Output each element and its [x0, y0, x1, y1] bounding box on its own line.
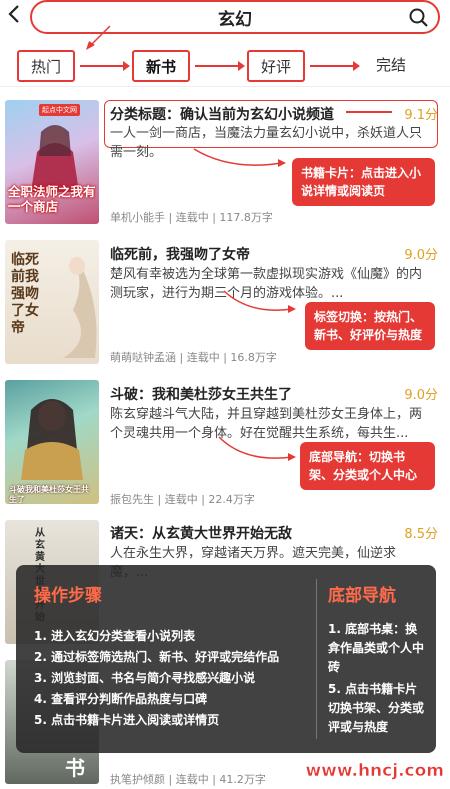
book-meta: 萌萌哒钟孟涵 | 连载中 | 16.8万字	[110, 351, 277, 364]
book-meta: 单机小能手 | 连载中 | 117.8万字	[110, 211, 273, 224]
annotation-arrow	[193, 148, 286, 167]
nav-panel: 底部导航 1. 底部书桌：换弇作晶类或个人中砖 5. 点击书籍卡片切换书架、分类…	[328, 581, 428, 740]
book-title[interactable]: 斗破：我和美杜莎女王共生了	[110, 384, 292, 404]
cover-title: 斗破我和美杜莎女王共生了	[9, 484, 89, 504]
search-icon[interactable]	[408, 7, 430, 29]
nav-item: 1. 底部书桌：换弇作晶类或个人中砖	[328, 622, 425, 674]
cover-title: 全职法师之我有一个商店	[8, 184, 96, 214]
book-cover[interactable]: 临死前我强吻了女帝	[5, 240, 99, 364]
step-item: 1. 进入玄幻分类查看小说列表	[34, 629, 196, 643]
annotation-callout-card: 书籍卡片：点击进入小说详情或阅读页	[292, 158, 435, 206]
tab-new[interactable]: 新书	[132, 50, 190, 82]
annotation-arrow	[223, 290, 296, 313]
annotation-arrow	[310, 61, 360, 71]
cover-title: 临死前我强吻了女帝	[11, 252, 39, 336]
book-title[interactable]: 分类标题：确认当前为玄幻小说频道	[110, 104, 334, 124]
steps-title: 操作步骤	[34, 586, 102, 606]
book-title[interactable]: 诸天：从玄黄大世界开始无敌	[110, 523, 292, 543]
book-score: 8.5分	[404, 527, 438, 542]
book-meta: 振包先生 | 连载中 | 22.4万字	[110, 493, 255, 506]
tab-top-rated[interactable]: 好评	[247, 50, 305, 82]
step-item: 3. 浏览封面、书名与简介寻找感兴趣小说	[34, 671, 256, 685]
annotation-callout-tab: 标签切换：按热门、新书、好评价与热度	[305, 302, 435, 350]
book-score: 9.1分	[404, 108, 438, 123]
cover-figure	[21, 399, 83, 480]
nav-title: 底部导航	[328, 586, 396, 606]
book-meta: 执笔护倾颜 | 连载中 | 41.2万字	[110, 773, 266, 786]
instruction-overlay: 操作步骤 1. 进入玄幻分类查看小说列表 2. 通过标签筛选热门、新书、好评或完…	[16, 565, 436, 753]
watermark: www.hncj.com	[305, 761, 444, 782]
tab-completed[interactable]: 完结	[362, 50, 420, 82]
step-item: 2. 通过标签筛选热门、新书、好评或完结作品	[34, 650, 280, 664]
annotation-arrow	[346, 111, 392, 113]
cover-figure	[63, 257, 97, 358]
annotation-callout-nav: 底部导航：切换书架、分类或个人中心	[300, 442, 435, 490]
back-arrow-icon[interactable]	[4, 3, 28, 27]
book-cover[interactable]: 起点中文网 全职法师之我有一个商店	[5, 100, 99, 224]
steps-panel: 操作步骤 1. 进入玄幻分类查看小说列表 2. 通过标签筛选热门、新书、好评或完…	[34, 581, 314, 731]
divider	[0, 86, 450, 87]
category-tabs: 热门 新书 好评 完结	[0, 44, 450, 86]
annotation-arrow	[218, 436, 296, 461]
overlay-divider	[316, 579, 317, 739]
annotation-arrow	[80, 61, 130, 71]
steps-list: 1. 进入玄幻分类查看小说列表 2. 通过标签筛选热门、新书、好评或完结作品 3…	[34, 626, 314, 731]
publisher-badge: 起点中文网	[39, 104, 80, 116]
book-title[interactable]: 临死前，我强吻了女帝	[110, 244, 250, 264]
top-bar: 玄幻	[0, 0, 450, 50]
tab-hot[interactable]: 热门	[17, 50, 75, 82]
step-item: 5. 点击书籍卡片进入阅读或详情页	[34, 713, 220, 727]
cover-figure	[31, 125, 79, 192]
book-cover[interactable]: 斗破我和美杜莎女王共生了	[5, 380, 99, 504]
annotation-arrow	[195, 61, 245, 71]
cover-title: 书	[65, 756, 85, 780]
nav-item: 5. 点击书籍卡片切换书架、分类或评或与热度	[328, 682, 425, 734]
step-item: 4. 查看评分判断作品热度与口碑	[34, 692, 208, 706]
book-score: 9.0分	[404, 248, 438, 263]
book-score: 9.0分	[404, 388, 438, 403]
